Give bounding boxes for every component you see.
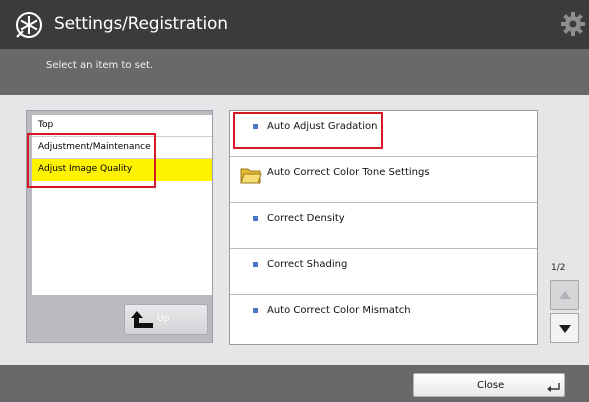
list-item-label: Auto Correct Color Mismatch <box>267 305 411 316</box>
title-bar: Settings/Registration <box>0 0 589 49</box>
scroll-down-button[interactable] <box>550 313 579 343</box>
close-button[interactable]: Close <box>413 373 565 397</box>
tree-item-top[interactable]: Top <box>32 115 212 137</box>
item-bullet-icon <box>253 216 258 221</box>
up-button-label: Up <box>157 314 170 324</box>
enter-icon <box>547 383 560 392</box>
list-item-label: Auto Adjust Gradation <box>267 121 378 132</box>
tree-item-adjust-image-quality[interactable]: Adjust Image Quality <box>32 159 212 181</box>
item-bullet-icon <box>253 262 258 267</box>
page-title: Settings/Registration <box>54 14 228 34</box>
list-item-label: Correct Density <box>267 213 345 224</box>
scroll-up-button[interactable] <box>550 280 579 310</box>
list-item-correct-shading[interactable]: Correct Shading <box>230 249 537 295</box>
page-indicator: 1/2 <box>551 263 566 273</box>
list-item-auto-correct-color-tone-settings[interactable]: Auto Correct Color Tone Settings <box>230 157 537 203</box>
list-item-correct-density[interactable]: Correct Density <box>230 203 537 249</box>
item-bullet-icon <box>253 308 258 313</box>
triangle-up-icon <box>559 291 571 299</box>
up-button[interactable]: Up <box>124 304 208 335</box>
list-item-auto-correct-color-mismatch[interactable]: Auto Correct Color Mismatch <box>230 295 537 341</box>
tree-item-adjustment-maintenance[interactable]: Adjustment/Maintenance <box>32 137 212 159</box>
list-item-label: Correct Shading <box>267 259 348 270</box>
triangle-down-icon <box>559 325 571 333</box>
up-arrow-icon <box>131 311 153 328</box>
gear-icon <box>561 12 585 36</box>
item-bullet-icon <box>253 124 258 129</box>
instruction-text: Select an item to set. <box>46 60 154 71</box>
list-item-label: Auto Correct Color Tone Settings <box>267 167 430 178</box>
settings-registration-icon <box>16 12 42 38</box>
close-button-label: Close <box>477 380 505 391</box>
folder-icon <box>240 168 262 184</box>
list-item-auto-adjust-gradation[interactable]: Auto Adjust Gradation <box>230 111 537 157</box>
instruction-bar: Select an item to set. <box>0 49 589 95</box>
navigation-tree: Top Adjustment/Maintenance Adjust Image … <box>32 115 212 295</box>
settings-list: Auto Adjust Gradation Auto Correct Color… <box>229 110 538 345</box>
